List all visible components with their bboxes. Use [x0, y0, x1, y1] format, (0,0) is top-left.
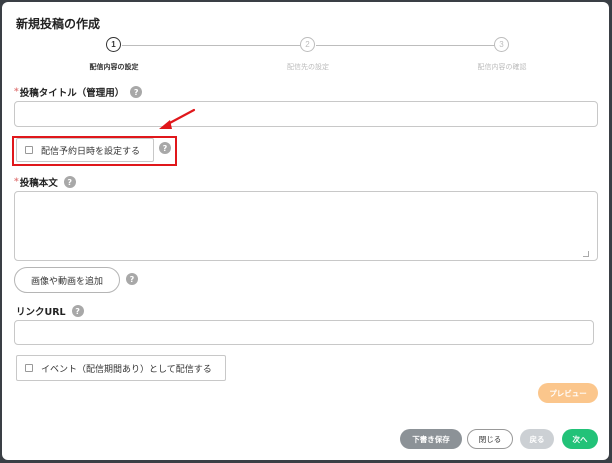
stepper-line	[122, 45, 300, 46]
required-mark: *	[14, 87, 19, 97]
step-3-label: 配信内容の確認	[477, 63, 527, 71]
preview-button[interactable]: プレビュー	[538, 383, 598, 403]
post-title-input[interactable]	[14, 101, 598, 127]
help-icon[interactable]: ?	[159, 142, 171, 154]
help-icon[interactable]: ?	[63, 176, 76, 188]
step-1-label: 配信内容の設定	[89, 63, 139, 71]
resize-handle-icon[interactable]	[583, 251, 589, 257]
save-draft-button[interactable]: 下書き保存	[400, 429, 462, 449]
post-body-label-text: 投稿本文	[19, 178, 58, 189]
step-1-indicator: 1	[106, 37, 121, 52]
checkbox-square-icon[interactable]	[25, 364, 33, 372]
add-media-button[interactable]: 画像や動画を追加	[14, 267, 120, 293]
stepper-line	[316, 45, 496, 46]
link-url-label: リンクURL ?	[16, 304, 84, 318]
dialog-title: 新規投稿の作成	[16, 17, 101, 31]
required-mark: *	[14, 177, 19, 187]
link-url-label-text: リンクURL	[16, 307, 66, 318]
post-body-label: * 投稿本文 ?	[14, 175, 76, 189]
post-title-label: * 投稿タイトル（管理用） ?	[14, 85, 143, 99]
annotation-arrow-icon	[159, 108, 196, 129]
event-checkbox-label: イベント（配信期間あり）として配信する	[41, 364, 212, 375]
event-checkbox[interactable]: イベント（配信期間あり）として配信する	[16, 355, 226, 381]
step-2-indicator: 2	[300, 37, 315, 52]
post-title-label-text: 投稿タイトル（管理用）	[19, 88, 125, 99]
help-icon[interactable]: ?	[130, 86, 143, 98]
next-button[interactable]: 次へ	[562, 429, 598, 449]
step-3-indicator: 3	[494, 37, 509, 52]
help-icon[interactable]: ?	[71, 305, 84, 317]
annotation-highlight-box	[12, 136, 177, 166]
create-post-dialog: 新規投稿の作成 1 2 3 配信内容の設定 配信先の設定 配信内容の確認 * 投…	[2, 2, 609, 460]
link-url-input[interactable]	[14, 320, 594, 345]
post-body-textarea[interactable]	[14, 191, 598, 261]
close-button[interactable]: 閉じる	[467, 429, 513, 449]
back-button[interactable]: 戻る	[520, 429, 554, 449]
help-icon[interactable]: ?	[126, 273, 138, 285]
step-2-label: 配信先の設定	[287, 63, 329, 71]
